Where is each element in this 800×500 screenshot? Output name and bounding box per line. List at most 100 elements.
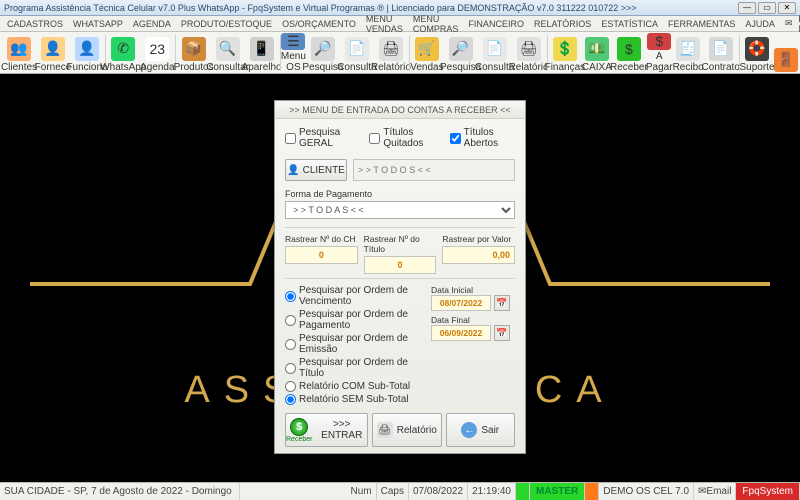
close-button[interactable]: ✕ (778, 2, 796, 14)
clientes-icon: 👥 (7, 37, 31, 61)
rastrear-valor-label: Rastrear por Valor (442, 234, 515, 244)
data-final-picker-button[interactable]: 📅 (494, 325, 510, 341)
menu-whatsapp[interactable]: WHATSAPP (70, 19, 126, 29)
opt-sem-subtotal[interactable]: Relatório SEM Sub-Total (285, 394, 425, 405)
opt-ordem-titulo[interactable]: Pesquisar por Ordem de Título (285, 357, 425, 379)
menu-agenda[interactable]: AGENDA (130, 19, 174, 29)
vendas-icon: 🛒 (415, 37, 439, 61)
toolbar-caixa[interactable]: 💵CAIXA (582, 33, 612, 73)
status-indicator-orange (585, 483, 599, 500)
toolbar-clientes[interactable]: 👥Clientes (2, 33, 36, 73)
data-inicial-picker-button[interactable]: 📅 (494, 295, 510, 311)
window-buttons: — ▭ ✕ (738, 2, 796, 14)
finanças-icon: 💲 (553, 37, 577, 61)
toolbar-relatório[interactable]: 🖨Relatório (374, 33, 408, 73)
toolbar-recibo[interactable]: 🧾Recibo (673, 33, 704, 73)
checkbox-pesquisa-geral[interactable]: Pesquisa GERAL (285, 127, 359, 149)
status-location-date: SUA CIDADE - SP, 7 de Agosto de 2022 - D… (0, 483, 240, 500)
status-fpqsystem[interactable]: FpqSystem (736, 483, 800, 500)
menu-ferramentas[interactable]: FERRAMENTAS (665, 19, 738, 29)
relatório-icon: 🖨 (379, 37, 403, 61)
menu-os[interactable]: OS/ORÇAMENTO (279, 19, 359, 29)
menu-relatorios[interactable]: RELATÓRIOS (531, 19, 594, 29)
cliente-button[interactable]: 👤CLIENTE (285, 159, 347, 181)
exit-icon: 🚪 (774, 48, 798, 72)
toolbar-a pagar[interactable]: $A Pagar (646, 33, 673, 73)
opt-com-subtotal[interactable]: Relatório COM Sub-Total (285, 381, 425, 392)
caixa-icon: 💵 (585, 37, 609, 61)
rastrear-ch-label: Rastrear Nº do CH (285, 234, 358, 244)
receber-icon: $ (617, 37, 641, 61)
recibo-icon: 🧾 (676, 37, 700, 61)
aparelho-icon: 📱 (250, 37, 274, 61)
status-indicator-green (516, 483, 530, 500)
entrar-button[interactable]: $ Receber >>> ENTRAR (285, 413, 368, 447)
consultar-icon: 🔍 (216, 37, 240, 61)
a pagar-icon: $ (647, 33, 671, 50)
cliente-input[interactable] (353, 159, 515, 181)
status-email[interactable]: ✉ Email (694, 483, 736, 500)
printer-icon: 🖨 (377, 422, 393, 438)
dialog-contas-receber: >> MENU DE ENTRADA DO CONTAS A RECEBER <… (274, 100, 526, 454)
toolbar-consulta[interactable]: 📄Consulta (340, 33, 374, 73)
checkbox-titulos-quitados[interactable]: Títulos Quitados (369, 127, 439, 149)
toolbar-consultar[interactable]: 🔍Consultar (211, 33, 245, 73)
menu-cadastros[interactable]: CADASTROS (4, 19, 66, 29)
toolbar-pesquisa[interactable]: 🔎Pesquisa (306, 33, 340, 73)
whatsapp-icon: ✆ (111, 37, 135, 61)
toolbar-exit[interactable]: 🚪 (774, 33, 798, 73)
toolbar-funciona[interactable]: 👤Funciona (70, 33, 104, 73)
toolbar-contrato[interactable]: 📄Contrato (704, 33, 738, 73)
forma-pagamento-select[interactable]: > > T O D A S < < (285, 201, 515, 219)
maximize-button[interactable]: ▭ (758, 2, 776, 14)
toolbar-pesquisa[interactable]: 🔎Pesquisa (444, 33, 478, 73)
menu-estatistica[interactable]: ESTATÍSTICA (598, 19, 661, 29)
checkbox-titulos-abertos[interactable]: Títulos Abertos (450, 127, 515, 149)
menu-vendas[interactable]: MENU VENDAS (363, 14, 406, 34)
main-toolbar: 👥Clientes👤Fornece👤Funciona✆WhatsApp23Age… (0, 32, 800, 74)
menu-financeiro[interactable]: FINANCEIRO (465, 19, 527, 29)
toolbar-receber[interactable]: $Receber (612, 33, 646, 73)
relatorio-button[interactable]: 🖨 Relatório (372, 413, 442, 447)
minimize-button[interactable]: — (738, 2, 756, 14)
consulta-icon: 📄 (345, 37, 369, 61)
toolbar-suporte[interactable]: 🛟Suporte (740, 33, 774, 73)
menu-compras[interactable]: MENU COMPRAS (410, 14, 462, 34)
status-num: Num (347, 483, 377, 500)
opt-ordem-emissao[interactable]: Pesquisar por Ordem de Emissão (285, 333, 425, 355)
consulta-icon: 📄 (483, 37, 507, 61)
forma-pagamento-label: Forma de Pagamento (285, 189, 372, 199)
toolbar-fornece[interactable]: 👤Fornece (36, 33, 70, 73)
rastrear-valor-input[interactable] (442, 246, 515, 264)
menu-ajuda[interactable]: AJUDA (742, 19, 778, 29)
toolbar-aparelho[interactable]: 📱Aparelho (245, 33, 279, 73)
dialog-title: >> MENU DE ENTRADA DO CONTAS A RECEBER <… (275, 101, 525, 119)
status-date: 07/08/2022 (409, 483, 468, 500)
pesquisa-icon: 🔎 (311, 37, 335, 61)
rastrear-titulo-input[interactable] (364, 256, 437, 274)
data-inicial-input[interactable] (431, 295, 491, 311)
menu-produto[interactable]: PRODUTO/ESTOQUE (178, 19, 275, 29)
status-caps: Caps (377, 483, 409, 500)
toolbar-finanças[interactable]: 💲Finanças (548, 33, 582, 73)
fornece-icon: 👤 (41, 37, 65, 61)
opt-ordem-vencimento[interactable]: Pesquisar por Ordem de Vencimento (285, 285, 425, 307)
opt-ordem-pagamento[interactable]: Pesquisar por Ordem de Pagamento (285, 309, 425, 331)
rastrear-ch-input[interactable] (285, 246, 358, 264)
contrato-icon: 📄 (709, 37, 733, 61)
data-final-input[interactable] (431, 325, 491, 341)
status-time: 21:19:40 (468, 483, 516, 500)
sair-button[interactable]: ← Sair (446, 413, 516, 447)
toolbar-whatsapp[interactable]: ✆WhatsApp (106, 33, 140, 73)
menu-bar: CADASTROS WHATSAPP AGENDA PRODUTO/ESTOQU… (0, 16, 800, 32)
menu-email[interactable]: ✉ E-MAIL (782, 14, 800, 34)
status-bar: SUA CIDADE - SP, 7 de Agosto de 2022 - D… (0, 482, 800, 500)
status-demo: DEMO OS CEL 7.0 (599, 483, 694, 500)
toolbar-vendas[interactable]: 🛒Vendas (410, 33, 443, 73)
toolbar-relatório[interactable]: 🖨Relatório (512, 33, 546, 73)
window-title: Programa Assistência Técnica Celular v7.… (4, 3, 738, 13)
agenda-icon: 23 (145, 37, 169, 61)
rastrear-titulo-label: Rastrear Nº do Título (364, 234, 437, 254)
toolbar-agenda[interactable]: 23Agenda (140, 33, 174, 73)
toolbar-consulta[interactable]: 📄Consulta (478, 33, 512, 73)
